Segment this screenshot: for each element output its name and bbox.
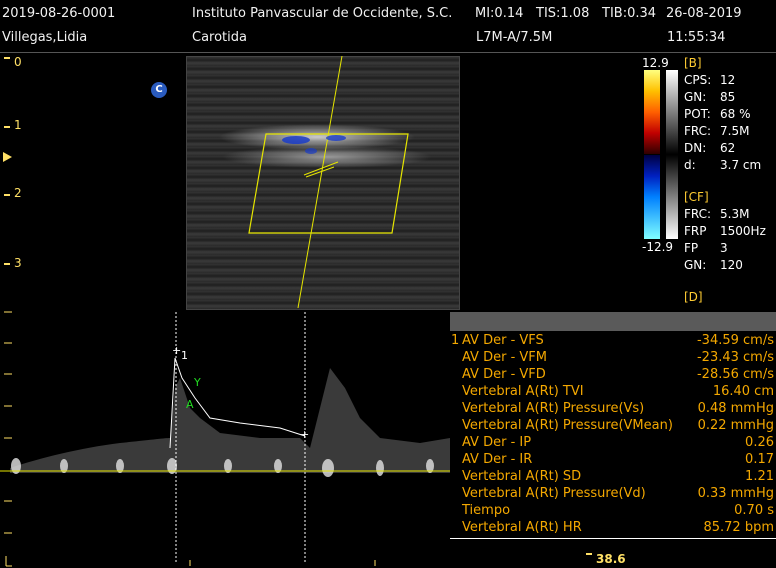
- measurement-value: -23.43 cm/s: [696, 350, 774, 365]
- bmode-param-value: 62: [720, 141, 736, 155]
- bmode-param-key: CPS:: [684, 73, 712, 87]
- header-separator: [0, 52, 776, 53]
- cursor-c-badge[interactable]: C: [151, 82, 167, 98]
- measurement-label: AV Der - VFM: [462, 350, 547, 365]
- measurement-row: Vertebral A(Rt) Pressure(VMean) 0.22 mmH…: [450, 418, 776, 435]
- measurement-label: Vertebral A(Rt) Pressure(VMean): [462, 418, 673, 433]
- measurement-row: Vertebral A(Rt) HR 85.72 bpm: [450, 520, 776, 537]
- measurement-value: 1.21: [745, 469, 774, 484]
- measurement-value: 0.22 mmHg: [697, 418, 774, 433]
- doppler-spectrum[interactable]: + 1 Y A +: [0, 308, 450, 568]
- institution-name: Instituto Panvascular de Occidente, S.C.: [192, 6, 453, 21]
- cf-param-value: 1500Hz: [720, 224, 766, 238]
- bmode-param-value: 68 %: [720, 107, 751, 121]
- tis-value: TIS:1.08: [536, 6, 590, 21]
- measurement-value: 0.33 mmHg: [697, 486, 774, 501]
- depth-tick: [4, 126, 10, 128]
- measurement-value: -34.59 cm/s: [696, 333, 774, 348]
- bmode-param-value: 85: [720, 90, 736, 104]
- bmode-param-value: 12: [720, 73, 736, 87]
- color-box-overlay[interactable]: [186, 56, 458, 308]
- cf-title: [CF]: [684, 190, 709, 204]
- measurement-label: Vertebral A(Rt) Pressure(Vd): [462, 486, 646, 501]
- measurement-label: Vertebral A(Rt) HR: [462, 520, 582, 535]
- cf-param-key: GN:: [684, 258, 707, 272]
- depth-label-2: 2: [14, 186, 22, 200]
- measurement-label: Vertebral A(Rt) TVI: [462, 384, 584, 399]
- cf-param-value: 5.3M: [720, 207, 750, 221]
- bmode-param-key: GN:: [684, 90, 707, 104]
- depth-tick: [4, 57, 10, 59]
- depth-tick: [4, 263, 10, 265]
- depth-label-1: 1: [14, 118, 22, 132]
- measurement-row: Vertebral A(Rt) Pressure(Vs) 0.48 mmHg: [450, 401, 776, 418]
- exam-time: 11:55:34: [667, 30, 726, 45]
- measurement-panel-header: [450, 312, 776, 331]
- cf-param-key: FRP: [684, 224, 707, 238]
- d-title: [D]: [684, 290, 703, 304]
- tib-value: TIB:0.34: [602, 6, 657, 21]
- exam-type: Carotida: [192, 30, 247, 45]
- bmode-param-key: DN:: [684, 141, 707, 155]
- measurement-panel-divider: [450, 538, 776, 539]
- measurement-value: 0.26: [745, 435, 774, 450]
- bmode-param-value: 7.5M: [720, 124, 750, 138]
- velocity-colorbar-negative: [644, 155, 660, 239]
- measurement-label: AV Der - VFD: [462, 367, 546, 382]
- measurement-row: Vertebral A(Rt) TVI 16.40 cm: [450, 384, 776, 401]
- bottom-readout: 38.6: [596, 552, 626, 566]
- measurement-value: 0.48 mmHg: [697, 401, 774, 416]
- measurement-label: AV Der - IP: [462, 435, 532, 450]
- depth-tick: [4, 194, 10, 196]
- colorbar-bottom-value: -12.9: [642, 240, 674, 254]
- measurement-label: Vertebral A(Rt) SD: [462, 469, 582, 484]
- measurement-row: AV Der - VFD -28.56 cm/s: [450, 367, 776, 384]
- bmode-param-key: POT:: [684, 107, 711, 121]
- measurement-label: AV Der - IR: [462, 452, 533, 467]
- svg-text:A: A: [186, 398, 194, 411]
- cf-param-key: FRC:: [684, 207, 712, 221]
- measurement-row: Tiempo 0.70 s: [450, 503, 776, 520]
- measurement-value: -28.56 cm/s: [696, 367, 774, 382]
- colorbar-top-value: 12.9: [642, 56, 669, 70]
- depth-label-3: 3: [14, 256, 22, 270]
- svg-text:Y: Y: [193, 376, 201, 389]
- measurement-row: 1 AV Der - VFS -34.59 cm/s: [450, 333, 776, 350]
- svg-text:+: +: [300, 428, 309, 441]
- cf-param-value: 120: [720, 258, 743, 272]
- cf-param-key: FP: [684, 241, 699, 255]
- probe-label: L7M-A/7.5M: [476, 30, 553, 45]
- svg-text:+: +: [172, 344, 181, 357]
- measurement-panel: 1 AV Der - VFS -34.59 cm/s AV Der - VFM …: [450, 312, 776, 538]
- measurement-row: AV Der - IR 0.17: [450, 452, 776, 469]
- patient-name: Villegas,Lidia: [2, 30, 88, 45]
- measurement-label: Vertebral A(Rt) Pressure(Vs): [462, 401, 645, 416]
- measurement-index: 1: [451, 333, 460, 348]
- measurement-value: 0.17: [745, 452, 774, 467]
- measurement-row: Vertebral A(Rt) Pressure(Vd) 0.33 mmHg: [450, 486, 776, 503]
- measurement-row: AV Der - VFM -23.43 cm/s: [450, 350, 776, 367]
- measurement-label: AV Der - VFS: [462, 333, 544, 348]
- peak-cursor-label: 1: [181, 349, 188, 362]
- cf-param-value: 3: [720, 241, 728, 255]
- bmode-param-value: 3.7 cm: [720, 158, 762, 172]
- bmode-param-key: d:: [684, 158, 696, 172]
- measurement-row: Vertebral A(Rt) SD 1.21: [450, 469, 776, 486]
- velocity-colorbar-positive: [644, 70, 660, 154]
- measurement-row: AV Der - IP 0.26: [450, 435, 776, 452]
- exam-date: 26-08-2019: [666, 6, 742, 21]
- mi-value: MI:0.14: [475, 6, 524, 21]
- patient-id: 2019-08-26-0001: [2, 6, 116, 21]
- grayscale-bar: [666, 70, 678, 239]
- bmode-param-key: FRC:: [684, 124, 712, 138]
- readout-tick: [586, 553, 592, 555]
- measurement-value: 16.40 cm: [712, 384, 774, 399]
- measurement-value: 0.70 s: [734, 503, 774, 518]
- focus-marker-icon: [3, 152, 12, 162]
- measurement-label: Tiempo: [462, 503, 511, 518]
- depth-label-0: 0: [14, 55, 22, 69]
- measurement-value: 85.72 bpm: [703, 520, 774, 535]
- bmode-title: [B]: [684, 56, 702, 70]
